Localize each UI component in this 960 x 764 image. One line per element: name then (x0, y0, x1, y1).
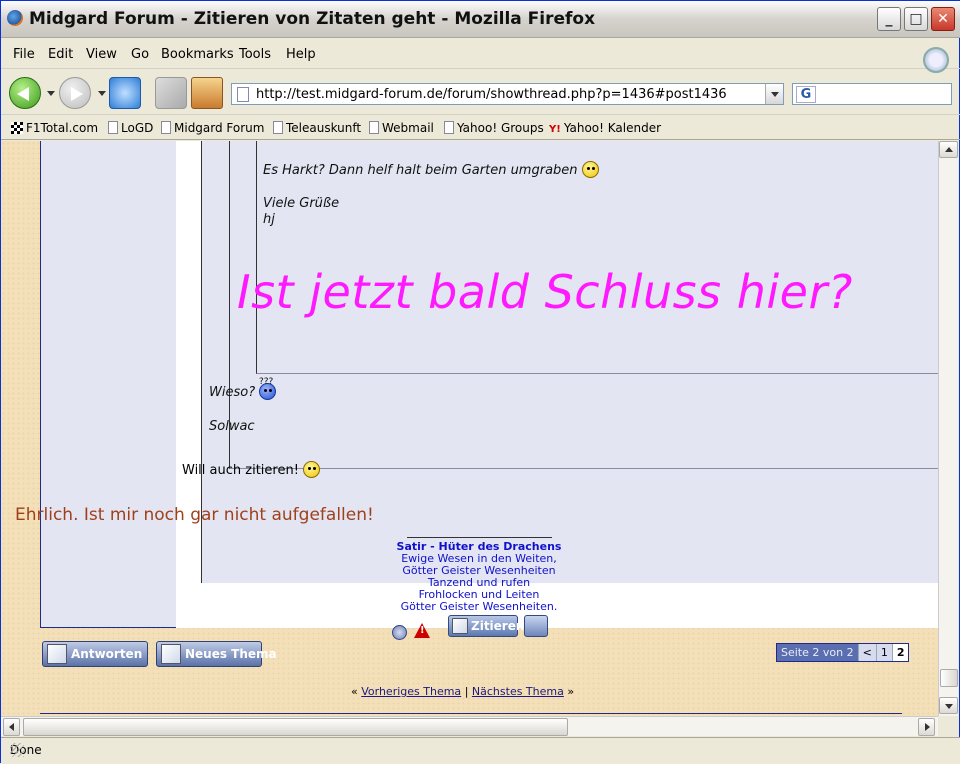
zitieren-button[interactable]: Zitieren (448, 615, 524, 637)
throbber-icon (923, 47, 949, 73)
quote-text-line: Es Harkt? Dann helf halt beim Garten umg… (263, 161, 599, 178)
bookmark-page-icon (444, 121, 454, 134)
pagination: Seite 2 von 2 <1 2 (776, 643, 910, 662)
tongue-smiley-icon (581, 161, 599, 178)
antworten-button[interactable]: Antworten (42, 641, 148, 667)
back-history-dropdown-icon[interactable] (47, 91, 55, 96)
pagination-page-1[interactable]: 1 (875, 644, 892, 661)
quote-pencil-icon (452, 618, 468, 634)
back-arrow-icon[interactable] (9, 77, 41, 109)
address-dropdown-icon[interactable] (765, 84, 783, 104)
menu-help[interactable]: Help (286, 47, 316, 62)
reload-icon[interactable] (109, 77, 141, 109)
bookmark-page-icon (108, 121, 118, 134)
will-zitieren-text: Will auch zitieren! (182, 461, 320, 478)
menu-view[interactable]: View (86, 47, 117, 62)
bookmark-yahoo-kalender[interactable]: Y! Yahoo! Kalender (549, 121, 661, 135)
firefox-logo-icon (7, 10, 23, 26)
reply-text: Ehrlich. Ist mir noch gar nicht aufgefal… (15, 505, 374, 525)
menu-file[interactable]: File (13, 47, 35, 62)
quote-greeting: Viele Grüße (263, 196, 340, 211)
pagination-page-2: 2 (891, 644, 909, 661)
highlight-quote-text: Ist jetzt bald Schluss hier? (237, 265, 853, 319)
window-title: Midgard Forum - Zitieren von Zitaten geh… (29, 9, 596, 29)
solwac-author: Solwac (209, 419, 255, 434)
bookmarks-toolbar: F1Total.com LoGD Midgard Forum Teleausku… (1, 116, 960, 140)
address-url[interactable]: http://test.midgard-forum.de/forum/showt… (256, 87, 727, 102)
new-thread-icon (161, 644, 181, 664)
bookmark-page-icon (161, 121, 171, 134)
edit-post-icon[interactable] (524, 615, 548, 637)
menu-edit[interactable]: Edit (48, 47, 73, 62)
bookmark-page-icon (369, 121, 379, 134)
stop-icon[interactable] (155, 77, 187, 109)
rolleyes-smiley-icon (302, 461, 320, 478)
address-bar[interactable]: http://test.midgard-forum.de/forum/showt… (231, 83, 784, 105)
forward-arrow-icon[interactable] (59, 77, 91, 109)
signature: Satir - Hüter des Drachens Ewige Wesen i… (361, 537, 597, 613)
maximize-button[interactable]: □ (904, 7, 928, 31)
title-bar: Midgard Forum - Zitieren von Zitaten geh… (1, 1, 960, 38)
scroll-down-icon[interactable] (939, 697, 958, 714)
forward-history-dropdown-icon[interactable] (98, 91, 106, 96)
pagination-label: Seite 2 von 2 (777, 644, 858, 661)
bookmark-logd[interactable]: LoGD (108, 121, 153, 135)
page-content: Es Harkt? Dann helf halt beim Garten umg… (1, 141, 938, 716)
yahoo-logo-icon: Y! (549, 124, 561, 135)
bookmark-yahoo-groups[interactable]: Yahoo! Groups (444, 121, 544, 135)
horizontal-scrollbar[interactable] (1, 716, 938, 736)
bookmark-webmail[interactable]: Webmail (369, 121, 434, 135)
confused-smiley-label: ??? (259, 377, 274, 387)
bookmark-teleauskunft[interactable]: Teleauskunft (273, 121, 361, 135)
scroll-left-icon[interactable] (3, 718, 20, 736)
ip-info-icon[interactable] (392, 625, 407, 640)
scroll-up-icon[interactable] (939, 141, 958, 158)
checkered-flag-icon (11, 122, 23, 134)
horizontal-scroll-thumb[interactable] (23, 718, 568, 736)
menu-bar: File Edit View Go Bookmarks Tools Help (1, 39, 960, 73)
previous-thread-link[interactable]: Vorheriges Thema (361, 685, 461, 698)
scroll-right-icon[interactable] (918, 718, 935, 736)
next-thread-link[interactable]: Nächstes Thema (472, 685, 564, 698)
browser-window: Midgard Forum - Zitieren von Zitaten geh… (0, 0, 960, 764)
footer-divider (40, 713, 902, 714)
status-bar: Done (1, 737, 960, 764)
search-box[interactable]: G (792, 83, 952, 105)
signature-line: Götter Geister Wesenheiten. (400, 600, 558, 613)
pagination-prev[interactable]: < (857, 644, 876, 661)
page-icon (237, 87, 249, 102)
menu-go[interactable]: Go (131, 47, 149, 62)
thread-navigation: « Vorheriges Thema | Nächstes Thema » (351, 685, 575, 698)
home-icon[interactable] (191, 77, 223, 109)
close-button[interactable]: ✕ (931, 7, 955, 31)
signature-divider (406, 537, 552, 538)
vertical-scrollbar[interactable] (938, 141, 958, 716)
reply-pencil-icon (47, 644, 67, 664)
resize-grip-icon[interactable] (10, 743, 24, 757)
google-search-icon[interactable]: G (796, 86, 816, 103)
bookmark-midgard-forum[interactable]: Midgard Forum (161, 121, 264, 135)
minimize-button[interactable]: _ (877, 7, 901, 31)
menu-tools[interactable]: Tools (239, 47, 271, 62)
neues-thema-button[interactable]: Neues Thema (156, 641, 277, 667)
vertical-scroll-thumb[interactable] (940, 669, 958, 687)
report-warning-icon[interactable] (414, 623, 430, 638)
bookmark-page-icon (273, 121, 283, 134)
menu-bookmarks[interactable]: Bookmarks (161, 47, 234, 62)
bookmark-f1total[interactable]: F1Total.com (11, 121, 98, 135)
quote-author: hj (263, 212, 275, 227)
